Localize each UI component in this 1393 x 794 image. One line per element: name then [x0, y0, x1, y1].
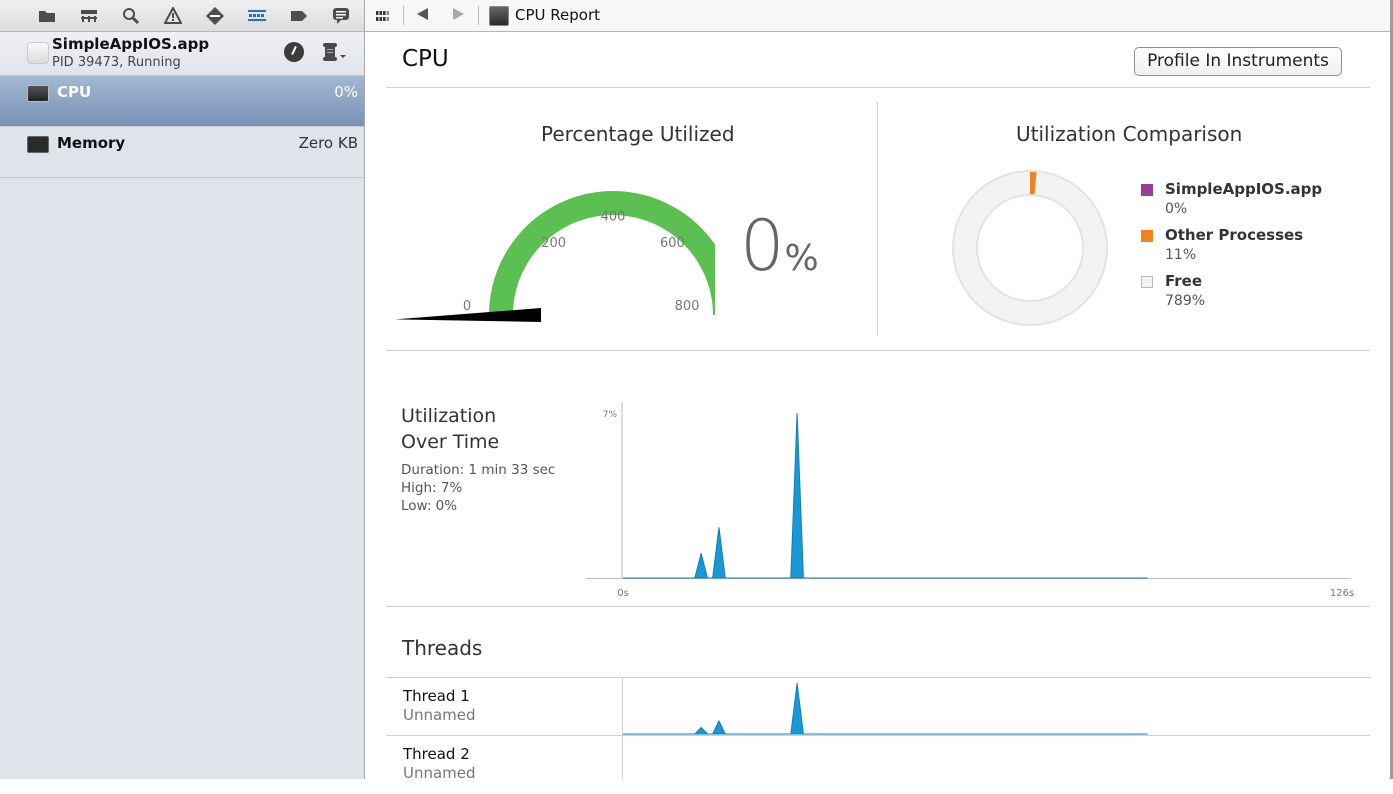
- search-icon[interactable]: [110, 5, 152, 27]
- cpu-report-editor: CPU Report CPU Profile In Instruments Pe…: [365, 0, 1393, 782]
- thread-subtitle: Unnamed: [403, 764, 476, 782]
- thread-name: Thread 2: [403, 745, 470, 763]
- related-items-icon[interactable]: [376, 9, 390, 21]
- utilization-over-time-title: Utilization Over Time: [401, 403, 499, 455]
- hierarchy-icon[interactable]: [68, 5, 110, 27]
- cpu-gauge: 0 200 400 600 800: [395, 191, 715, 322]
- low-stat: Low: 0%: [401, 498, 458, 514]
- title-line: Over Time: [401, 431, 500, 453]
- gauge-tick-label: 0: [463, 299, 471, 314]
- legend-swatch-free: [1141, 276, 1153, 288]
- separator: [403, 6, 404, 25]
- folder-icon[interactable]: [26, 5, 68, 27]
- gauge-value: 0%: [334, 83, 358, 101]
- divider: [386, 350, 1370, 351]
- high-stat: High: 7%: [401, 480, 463, 496]
- gauge-icon[interactable]: [284, 42, 304, 62]
- warning-icon[interactable]: [152, 5, 194, 27]
- threads-title: Threads: [402, 636, 483, 660]
- cpu-chip-icon: [27, 85, 49, 102]
- vertical-divider: [877, 102, 878, 335]
- process-name: SimpleAppIOS.app: [52, 35, 210, 53]
- legend-name: SimpleAppIOS.app: [1165, 180, 1323, 198]
- cpu-percentage-value: 0: [740, 205, 785, 287]
- separator: [478, 6, 479, 25]
- legend-value: 11%: [1165, 247, 1197, 263]
- cpu-report-icon: [489, 6, 509, 26]
- gauge-label: Memory: [57, 134, 126, 152]
- legend-name: Other Processes: [1165, 226, 1304, 244]
- utilization-area: [623, 412, 1148, 579]
- legend-swatch-other: [1141, 230, 1153, 242]
- title-line: Utilization: [401, 405, 497, 427]
- spool-menu-icon[interactable]: [320, 41, 350, 63]
- x-tick-label: 126s: [1330, 588, 1354, 599]
- debug-navigator-icon[interactable]: [236, 5, 278, 27]
- percentage-utilized-title: Percentage Utilized: [541, 122, 735, 146]
- x-tick-label: 0s: [617, 588, 629, 599]
- breakpoint-icon[interactable]: [194, 5, 236, 27]
- utilization-over-time-chart: 7% 0s 126s: [586, 402, 1354, 599]
- log-icon[interactable]: [320, 5, 362, 27]
- jump-bar: CPU Report: [365, 0, 1393, 32]
- jump-bar-title[interactable]: CPU Report: [515, 6, 600, 24]
- process-row[interactable]: SimpleAppIOS.app PID 39473, Running: [0, 32, 364, 76]
- memory-chip-icon: [27, 136, 49, 153]
- percent-sign: %: [784, 238, 819, 279]
- gauge-memory[interactable]: Memory Zero KB: [0, 127, 364, 178]
- forward-arrow-icon[interactable]: [453, 8, 464, 20]
- divider: [386, 606, 1370, 607]
- debug-navigator: SimpleAppIOS.app PID 39473, Running CPU …: [0, 0, 365, 779]
- legend-value: 789%: [1165, 293, 1206, 309]
- utilization-comparison-title: Utilization Comparison: [1016, 122, 1243, 146]
- gauge-tick-label: 200: [541, 236, 566, 251]
- legend-value: 0%: [1165, 201, 1188, 217]
- thread-1-area: [623, 682, 1148, 735]
- thread-subtitle: Unnamed: [403, 706, 476, 724]
- gauge-value: Zero KB: [298, 134, 358, 152]
- gauge-tick-label: 800: [675, 299, 700, 314]
- back-arrow-icon[interactable]: [417, 8, 428, 20]
- legend-name: Free: [1165, 272, 1203, 290]
- page-title: CPU: [402, 46, 449, 72]
- cpu-percentage-readout: 0%: [740, 205, 819, 287]
- tag-icon[interactable]: [278, 5, 320, 27]
- gauge-cpu[interactable]: CPU 0%: [0, 76, 364, 127]
- navigator-selector-bar: [0, 0, 364, 32]
- legend-swatch-app: [1141, 184, 1153, 196]
- thread-1-chart: [623, 682, 1148, 735]
- duration-stat: Duration: 1 min 33 sec: [401, 462, 556, 478]
- utilization-donut-chart: [952, 170, 1108, 326]
- divider: [386, 87, 1370, 88]
- process-status: PID 39473, Running: [52, 55, 181, 70]
- gauge-tick-label: 400: [601, 209, 626, 224]
- app-icon: [27, 42, 49, 64]
- gauge-label: CPU: [57, 83, 92, 101]
- profile-in-instruments-button[interactable]: Profile In Instruments: [1134, 47, 1342, 76]
- thread-name: Thread 1: [403, 687, 470, 705]
- thread-row[interactable]: Thread 2 Unnamed: [386, 735, 1370, 794]
- y-tick-label: 7%: [603, 410, 618, 420]
- gauge-tick-label: 600: [660, 236, 685, 251]
